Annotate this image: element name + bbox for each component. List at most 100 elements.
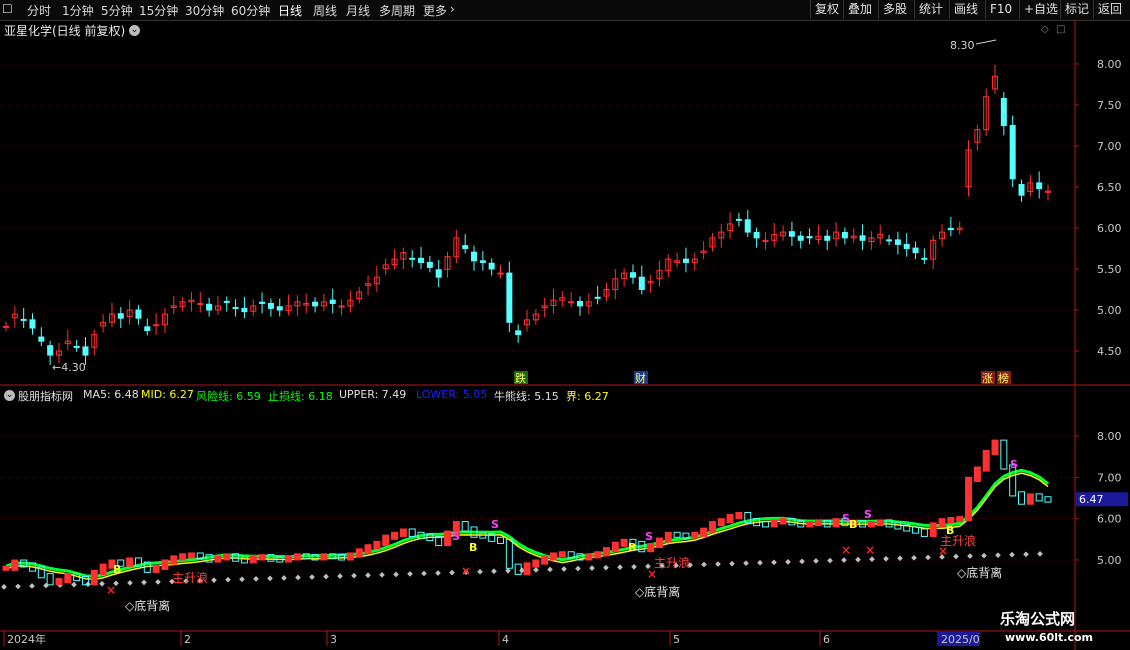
indicator-candle: [240, 556, 248, 564]
indicator-bullbear: 牛熊线: 5.15: [494, 390, 559, 403]
candle-body: [576, 300, 583, 307]
indicator-candle: [514, 563, 522, 575]
candle-body: [762, 239, 769, 243]
indicator-lower: LOWER: 5.05: [416, 388, 488, 401]
period-tab-fenshi[interactable]: 分时: [27, 2, 51, 19]
buy-signal-marker: B: [469, 541, 477, 554]
candle-body: [629, 272, 636, 278]
period-tab-30min[interactable]: 30分钟: [185, 2, 224, 19]
indicator-candle: [929, 522, 937, 537]
candle-body: [559, 297, 566, 301]
back-button[interactable]: 返回: [1093, 0, 1126, 19]
indicator-candle: [408, 528, 416, 537]
bullbear-dot: [253, 576, 259, 582]
indicator-candle: [920, 528, 928, 537]
sell-signal-marker: S: [645, 530, 653, 543]
indicator-candle: [655, 537, 663, 549]
candle-body: [206, 303, 213, 311]
event-tag-label: 跌: [515, 371, 526, 385]
bullbear-dot: [561, 566, 567, 572]
price-tick-label: 6.50: [1097, 181, 1122, 194]
period-tab-multi[interactable]: 多周期: [379, 2, 415, 19]
indicator-candle: [232, 553, 240, 562]
bullbear-dot: [71, 581, 77, 588]
indicator-candle: [620, 538, 628, 547]
period-tab-5min[interactable]: 5分钟: [101, 2, 133, 19]
indicator-candle: [293, 553, 301, 561]
bullbear-dot: [477, 568, 483, 575]
candle-body: [824, 235, 831, 241]
period-tab-1min[interactable]: 1分钟: [62, 2, 94, 19]
indicator-menu-icon[interactable]: ⌄: [4, 390, 15, 401]
date-tick-label: 2025/0: [941, 633, 980, 646]
bullbear-dot: [155, 579, 161, 585]
period-tab-monthly[interactable]: 月线: [346, 2, 370, 19]
candle-body: [947, 227, 954, 231]
period-tab-15min[interactable]: 15分钟: [139, 2, 178, 19]
indicator-candle: [735, 511, 743, 520]
indicator-candle: [788, 518, 796, 526]
bullbear-dot: [15, 583, 21, 590]
indicator-candle: [505, 538, 513, 569]
toolbar-icon-menu[interactable]: ☐: [2, 2, 13, 16]
indicator-candle: [311, 554, 319, 561]
more-chevron-icon[interactable]: ›: [450, 2, 455, 16]
square-icon[interactable]: □: [1056, 24, 1065, 35]
indicator-candle: [859, 520, 867, 528]
indicator-name[interactable]: 股朋指标网: [18, 388, 73, 404]
period-tab-60min[interactable]: 60分钟: [231, 2, 270, 19]
diamond-icon[interactable]: ◇: [1041, 24, 1049, 35]
candle-body: [1045, 190, 1051, 193]
overlay-button[interactable]: 叠加: [843, 0, 876, 19]
fuquan-button[interactable]: 复权: [810, 0, 843, 19]
f10-button[interactable]: F10: [985, 0, 1016, 19]
tag-button[interactable]: 标记: [1060, 0, 1093, 19]
candle-body: [170, 305, 177, 309]
dropdown-circle-icon[interactable]: ⌄: [129, 25, 140, 36]
indicator-candle: [973, 466, 981, 482]
indicator-candle: [258, 554, 266, 561]
candle-body: [1027, 182, 1034, 193]
indicator-candle: [982, 449, 990, 472]
draw-line-button[interactable]: 画线: [949, 0, 982, 19]
bullbear-dot: [547, 566, 553, 573]
candle-body: [329, 299, 336, 304]
multi-stock-button[interactable]: 多股: [878, 0, 911, 19]
divergence-label: ◇底背离: [125, 598, 170, 613]
bullbear-dot: [519, 567, 525, 574]
candle-body: [930, 239, 937, 260]
candle-body: [674, 260, 681, 263]
bullbear-dot: [379, 571, 385, 578]
indicator-candle: [2, 565, 10, 571]
indicator-candle: [267, 554, 275, 562]
indicator-candle: [276, 556, 284, 563]
bullbear-dot: [421, 570, 427, 577]
period-tab-more[interactable]: 更多: [423, 2, 447, 19]
indicator-candle: [850, 520, 858, 527]
bullbear-dot: [491, 568, 497, 575]
period-tab-daily[interactable]: 日线: [278, 2, 302, 19]
indicator-candle: [382, 534, 390, 547]
watchlist-button[interactable]: +自选: [1019, 0, 1062, 19]
indicator-candle: [479, 532, 487, 539]
candle-body: [479, 260, 486, 263]
event-tag-label: 财: [635, 371, 646, 385]
candle-body: [665, 258, 672, 272]
indicator-candle: [673, 531, 681, 538]
indicator-candle: [214, 555, 222, 563]
bullbear-dot: [967, 553, 973, 559]
candle-body: [382, 264, 389, 270]
sell-signal-marker: S: [842, 512, 850, 525]
indicator-candle: [549, 552, 557, 561]
date-tick-label: 3: [330, 633, 337, 646]
period-tab-weekly[interactable]: 周线: [313, 2, 337, 19]
indicator-candle: [1044, 496, 1052, 503]
buy-signal-marker: B: [849, 518, 857, 531]
bullbear-dot: [99, 580, 105, 587]
stats-button[interactable]: 统计: [914, 0, 947, 19]
indicator-candle: [532, 559, 540, 568]
candle-body: [797, 235, 804, 241]
price-tick-label: 6.00: [1097, 222, 1122, 235]
indicator-candle: [1000, 439, 1008, 470]
candle-body: [788, 231, 795, 237]
